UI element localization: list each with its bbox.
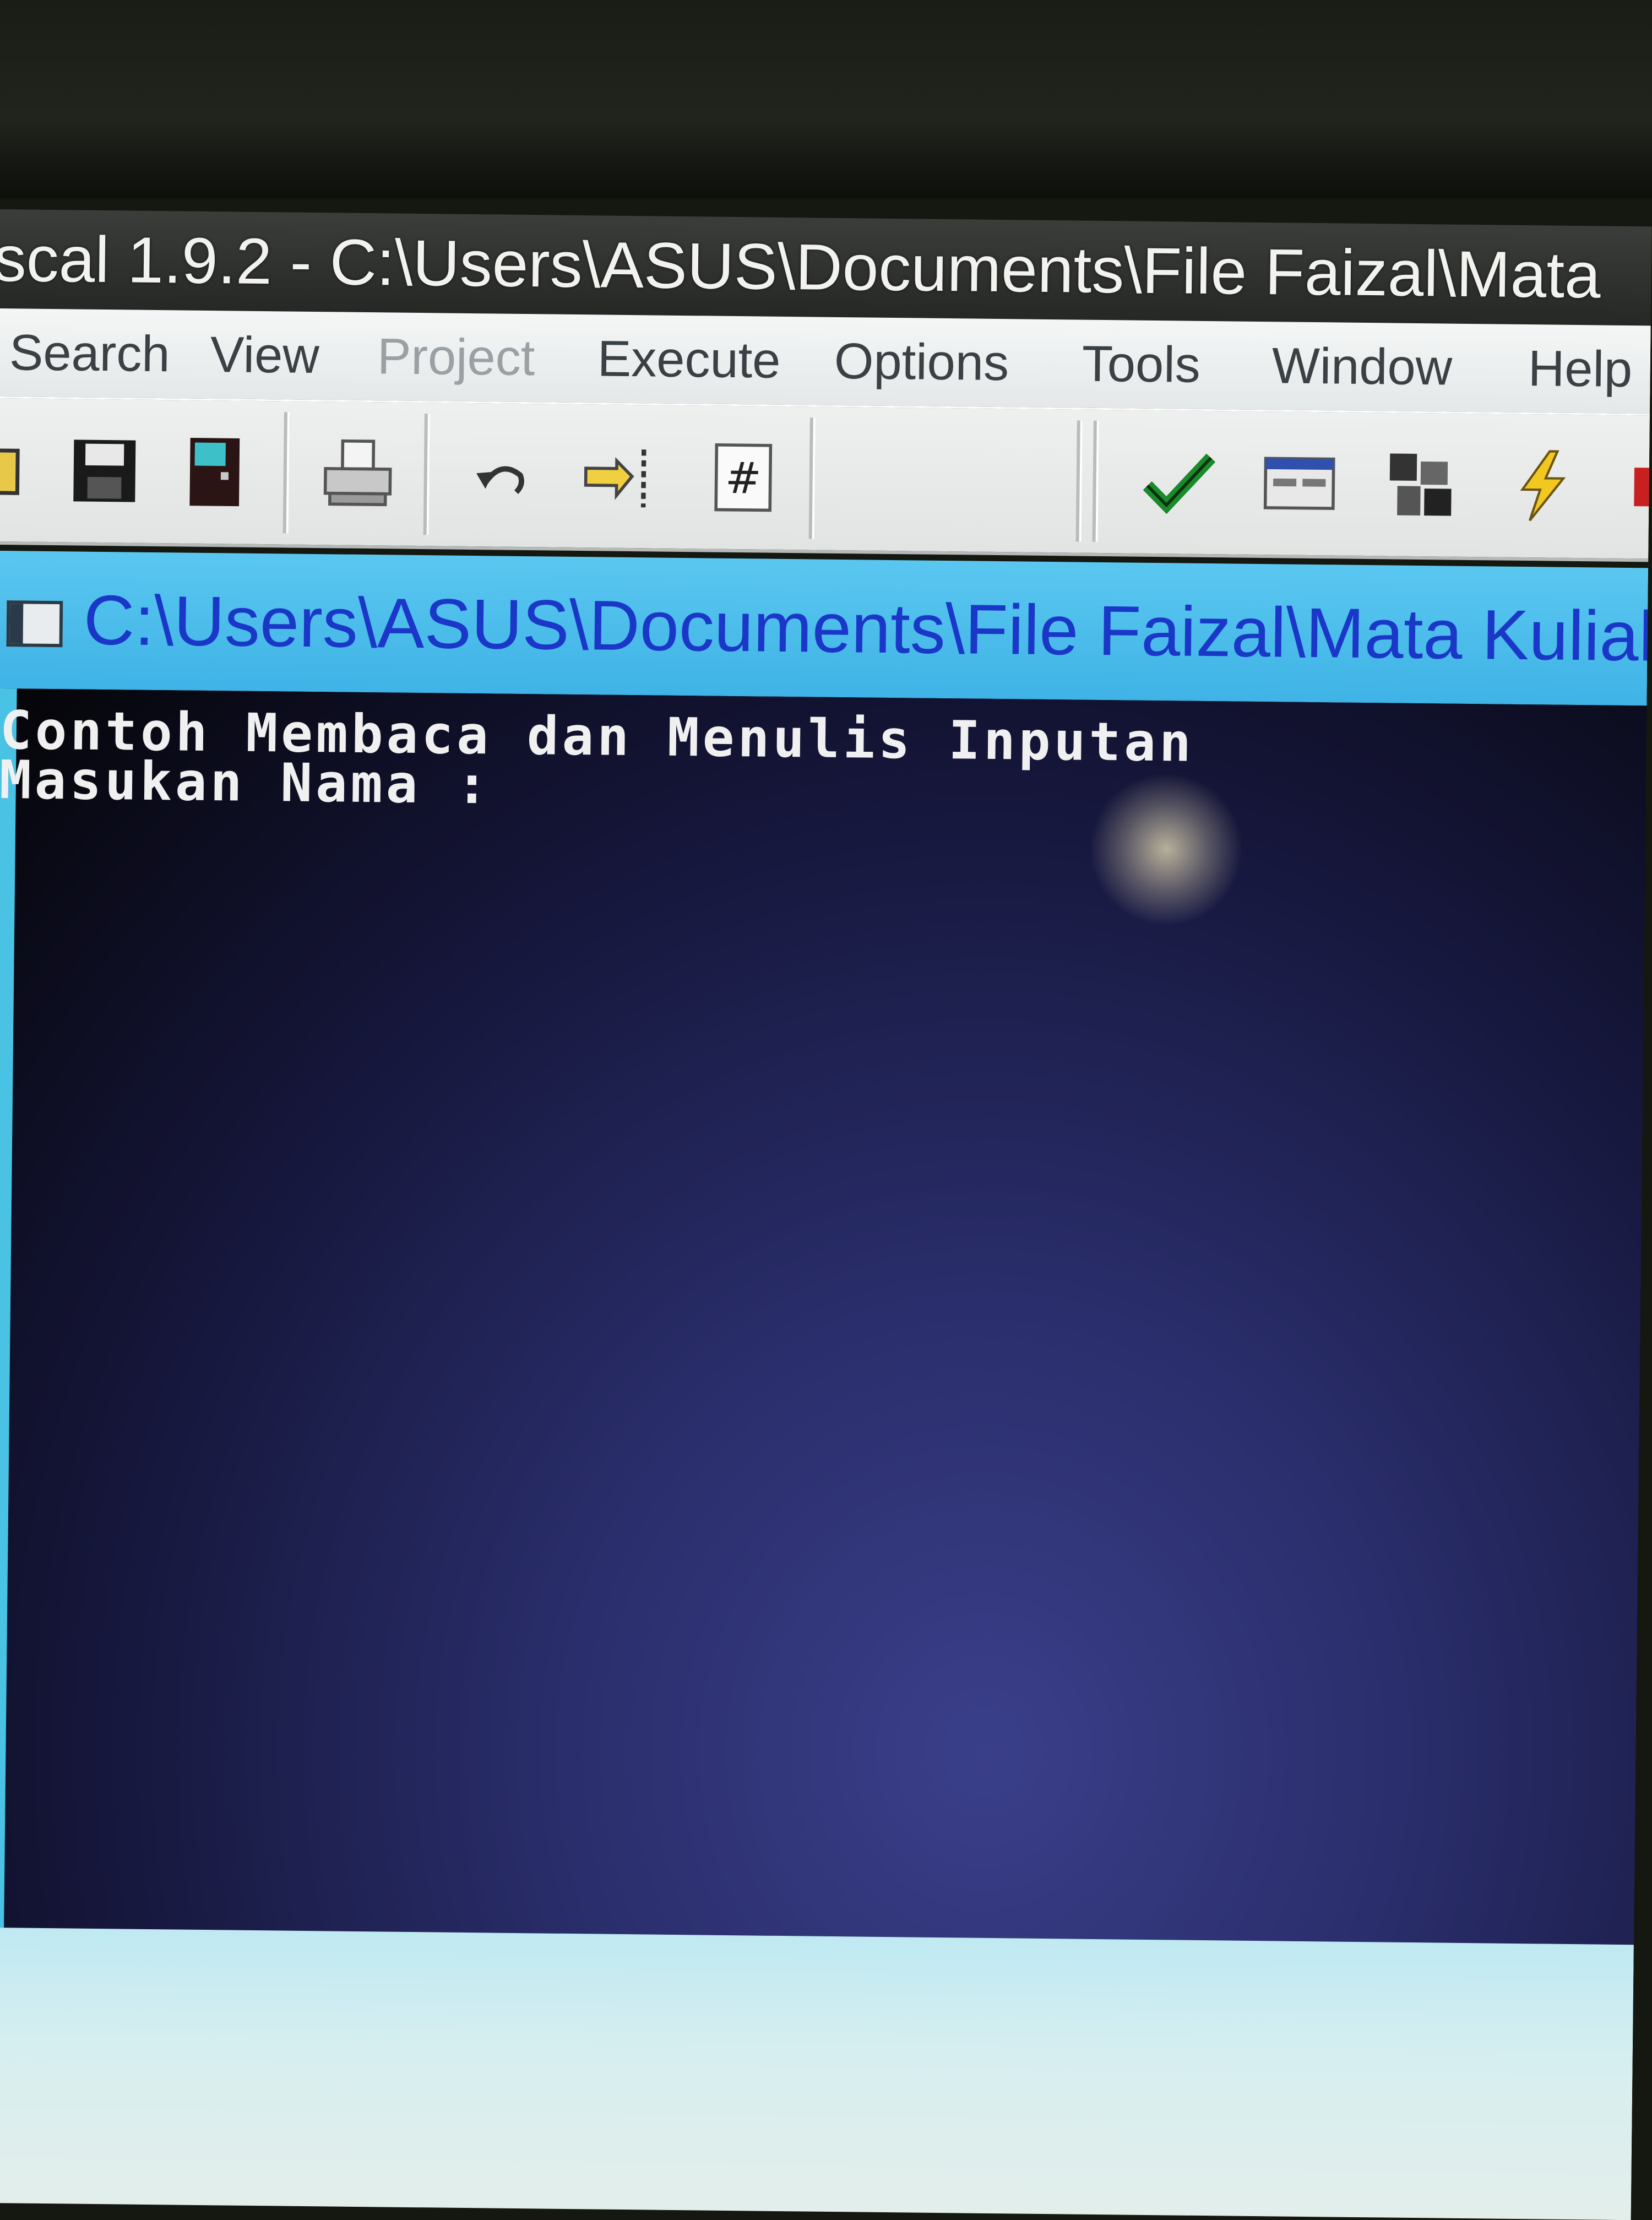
- undo-icon[interactable]: [459, 431, 543, 520]
- compile-check-icon[interactable]: [1137, 438, 1220, 527]
- menu-bar: Search View Project Execute Options Tool…: [0, 308, 1651, 414]
- menu-execute[interactable]: Execute: [597, 314, 781, 404]
- open-icon[interactable]: [0, 425, 36, 514]
- window-title: scal 1.9.2 - C:\Users\ASUS\Documents\Fil…: [0, 222, 1601, 312]
- screen-glare: [1088, 771, 1245, 927]
- menu-window[interactable]: Window: [1271, 322, 1453, 411]
- document-tab[interactable]: C:\Users\ASUS\Documents\File Faizal\Mata…: [0, 550, 1652, 706]
- menu-help[interactable]: Help: [1528, 324, 1633, 414]
- menu-project: Project: [377, 328, 535, 387]
- toolbar: #: [0, 396, 1652, 562]
- document-tab-title: C:\Users\ASUS\Documents\File Faizal\Mata…: [83, 580, 1652, 678]
- window-frame-bottom: [0, 1927, 1634, 2220]
- menu-tools[interactable]: Tools: [1082, 320, 1200, 409]
- rebuild-lightning-icon[interactable]: [1500, 442, 1584, 531]
- monitor-bezel: [0, 0, 1652, 198]
- goto-icon[interactable]: [575, 432, 659, 521]
- debug-icon[interactable]: [1379, 440, 1463, 529]
- print-icon[interactable]: [316, 429, 400, 518]
- line-number-icon[interactable]: #: [702, 433, 785, 522]
- console-prompt: Masukan Nama :: [0, 749, 492, 816]
- menu-options[interactable]: Options: [834, 317, 1009, 407]
- menu-search[interactable]: Search: [9, 308, 171, 398]
- close-file-icon[interactable]: [173, 427, 257, 517]
- svg-text:#: #: [725, 453, 762, 504]
- window-title-bar[interactable]: scal 1.9.2 - C:\Users\ASUS\Documents\Fil…: [0, 209, 1652, 326]
- ide-window: scal 1.9.2 - C:\Users\ASUS\Documents\Fil…: [0, 198, 1652, 2220]
- run-window-icon[interactable]: [1258, 439, 1341, 528]
- console-window-icon: [6, 600, 63, 648]
- stop-icon[interactable]: [1616, 443, 1652, 532]
- menu-view[interactable]: View: [210, 311, 320, 400]
- save-icon[interactable]: [63, 426, 146, 515]
- console-output[interactable]: Contoh Membaca dan Menulis Inputan Masuk…: [0, 688, 1647, 1945]
